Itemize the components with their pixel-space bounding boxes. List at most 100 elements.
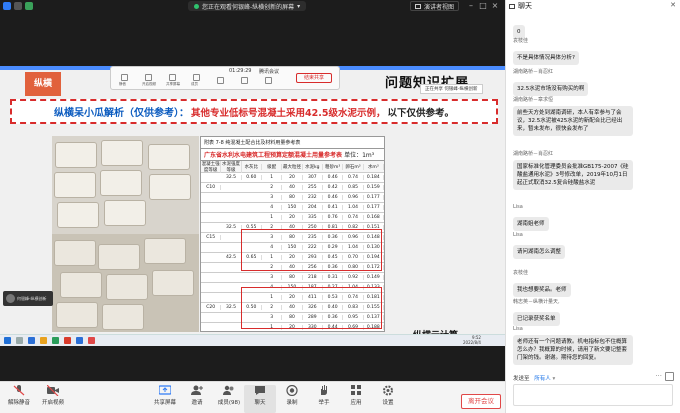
banner-tail: 以下仅供参考。 [387, 107, 454, 119]
table-subcaption: 广东省水利水电建筑工程预算定额混凝土用量参考表 单位：1m³ [201, 149, 384, 161]
chat-header: 聊天 [506, 0, 680, 12]
start-icon[interactable] [4, 337, 11, 344]
table-header: 混凝土强度等级 水泥强度等级 水灰比 级配 最大粒径 水泥kg 粗砂m³ 卵石m… [201, 160, 384, 173]
table-cell: 307 [303, 175, 323, 180]
table-cell: 0.42 [323, 185, 344, 190]
signal-icon[interactable] [25, 2, 33, 10]
table-row: 3 80 218 0.31 0.92 0.149 [201, 273, 384, 283]
record-icon [286, 385, 298, 396]
table-header-cell: 水m³ [364, 163, 384, 170]
leave-meeting-button[interactable]: 离开会议 [461, 394, 501, 409]
chat-input[interactable] [513, 384, 673, 406]
table-cell: 0.76 [323, 215, 344, 220]
share-icon[interactable] [169, 74, 176, 81]
table-cell: 42.5 [221, 255, 242, 260]
table-cell: 0.92 [343, 275, 364, 280]
chat-window-icon [509, 3, 515, 9]
self-video-label: 何银峰-纵横创新 [17, 295, 47, 301]
members-button[interactable]: 成员(98) [213, 385, 245, 413]
shared-screen: 纵横 问题知识扩展 纵横呆小瓜解析（仅供参考）： 其他专业低标号混凝土采用42.… [0, 66, 505, 342]
apps-icon[interactable] [265, 77, 272, 84]
send-to-row[interactable]: 发送至 所有人 ▾ [513, 374, 555, 382]
table-cell: C15 [201, 235, 222, 240]
chat-icon [254, 385, 266, 396]
screen-share-status[interactable]: 您正在观看何银峰-纵横创新的屏幕 ▾ [188, 1, 307, 11]
speaker-view-button[interactable]: 演讲者视图 [410, 1, 460, 11]
app-icon[interactable] [76, 337, 83, 344]
sharing-dot-icon [194, 3, 199, 9]
self-video-tile[interactable]: 何银峰-纵横创新 [3, 291, 53, 306]
table-cell: 0.46 [323, 195, 344, 200]
table-header-cell: 卵石m³ [343, 163, 364, 170]
table-cell: 0.159 [364, 185, 384, 190]
table-header-cell: 粗砂m³ [323, 163, 344, 170]
table-cell: 0.177 [364, 205, 384, 210]
table-cell: 0.85 [343, 185, 364, 190]
close-icon[interactable]: ✕ [670, 1, 676, 9]
raise-hand-button[interactable]: 举手 [308, 385, 340, 413]
highlight-box [241, 229, 382, 271]
floating-meeting-toolbar: 01:29:29 腾讯会议 静音 开启视频 共享屏幕 成员 结束共享 [110, 66, 340, 90]
chat-icon[interactable] [217, 77, 224, 84]
table-caption: 附表 7-8 纯混凝土配合比及材料用量参考表 [201, 137, 384, 149]
chat-message: 湖南路桥－肖忍红 国家标准化管理委员会批准GB175-2007《硅酸盐通用水泥》… [513, 150, 633, 190]
minimize-icon[interactable]: – [466, 1, 476, 11]
message-sender: 湖南路桥－肖忍红 [513, 69, 554, 75]
table-cell: 0.149 [364, 275, 384, 280]
mute-button[interactable]: 解除静音 [3, 385, 35, 413]
mic-icon[interactable] [121, 74, 128, 81]
app-icon[interactable] [52, 337, 59, 344]
table-cell: 204 [303, 205, 323, 210]
invite-button[interactable]: 邀请 [181, 385, 213, 413]
slide-logo: 纵横 [25, 72, 61, 96]
maximize-icon[interactable]: □ [478, 1, 488, 11]
table-cell: 1.04 [343, 205, 364, 210]
apps-label: 应用 [350, 400, 362, 406]
more-icon[interactable]: ··· [655, 372, 662, 380]
table-cell: 32.5 [221, 225, 242, 230]
table-cell: 0.31 [323, 275, 344, 280]
chat-label: 聊天 [254, 400, 266, 406]
toolbar-label: 共享屏幕 [166, 82, 180, 86]
mic-muted-icon [13, 385, 25, 396]
app-icon[interactable] [64, 337, 71, 344]
file-icon[interactable] [665, 372, 674, 381]
table-cell: 150 [282, 205, 303, 210]
chat-message: Lisa 请问湖南怎么调整 [513, 232, 566, 259]
search-icon[interactable] [16, 337, 23, 344]
members-icon[interactable] [193, 74, 200, 81]
video-button[interactable]: 开启视频 [37, 385, 69, 413]
video-icon[interactable] [145, 74, 152, 81]
end-share-button[interactable]: 结束共享 [296, 73, 332, 83]
info-icon[interactable] [14, 2, 22, 10]
record-button[interactable]: 录制 [276, 385, 308, 413]
table-cell: C10 [201, 185, 222, 190]
table-subcaption-text: 广东省水利水电建筑工程预算定额混凝土用量参考表 [204, 152, 343, 159]
layout-icon [415, 3, 421, 9]
table-row: C10 2 40 255 0.42 0.85 0.159 [201, 183, 384, 193]
apps-button[interactable]: 应用 [340, 385, 372, 413]
table-cell: 3 [262, 275, 283, 280]
share-screen-button[interactable]: 共享屏幕 [149, 385, 181, 413]
table-cell: 32.5 [221, 175, 242, 180]
slide-banner: 纵横呆小瓜解析（仅供参考）： 其他专业低标号混凝土采用42.5级水泥示例， 以下… [10, 99, 498, 124]
mute-label: 解除静音 [7, 400, 30, 406]
message-text: 请问湖南怎么调整 [513, 245, 566, 259]
app-icon[interactable] [28, 337, 35, 344]
chat-title: 聊天 [518, 2, 532, 10]
message-text: 国家标准化管理委员会批准GB175-2007《硅酸盐通用水泥》3号修改单，201… [513, 160, 633, 190]
chat-messages[interactable]: 0 袁枝佳 不是具体情况具体分析? 湖南路桥－肖忍红 32.5水泥市场没有购买的… [506, 12, 680, 368]
app-root: 您正在观看何银峰-纵横创新的屏幕 ▾ 演讲者视图 – □ × 纵横 问题知识扩展… [0, 0, 680, 413]
close-icon[interactable]: × [490, 1, 500, 11]
app-icon[interactable] [88, 337, 95, 344]
send-to-recipient[interactable]: 所有人 [534, 376, 551, 382]
settings-button[interactable]: 设置 [372, 385, 404, 413]
chat-button[interactable]: 聊天 [244, 385, 276, 413]
table-unit: 单位：1m³ [344, 152, 375, 159]
banner-highlight: 其他专业低标号混凝土采用42.5级水泥示例， [191, 107, 386, 119]
table-cell: 20 [282, 175, 303, 180]
record-icon[interactable] [241, 77, 248, 84]
message-sender: 韩志英－纵横计量天, [513, 299, 560, 305]
folder-icon[interactable] [40, 337, 47, 344]
table-cell: 80 [282, 275, 303, 280]
